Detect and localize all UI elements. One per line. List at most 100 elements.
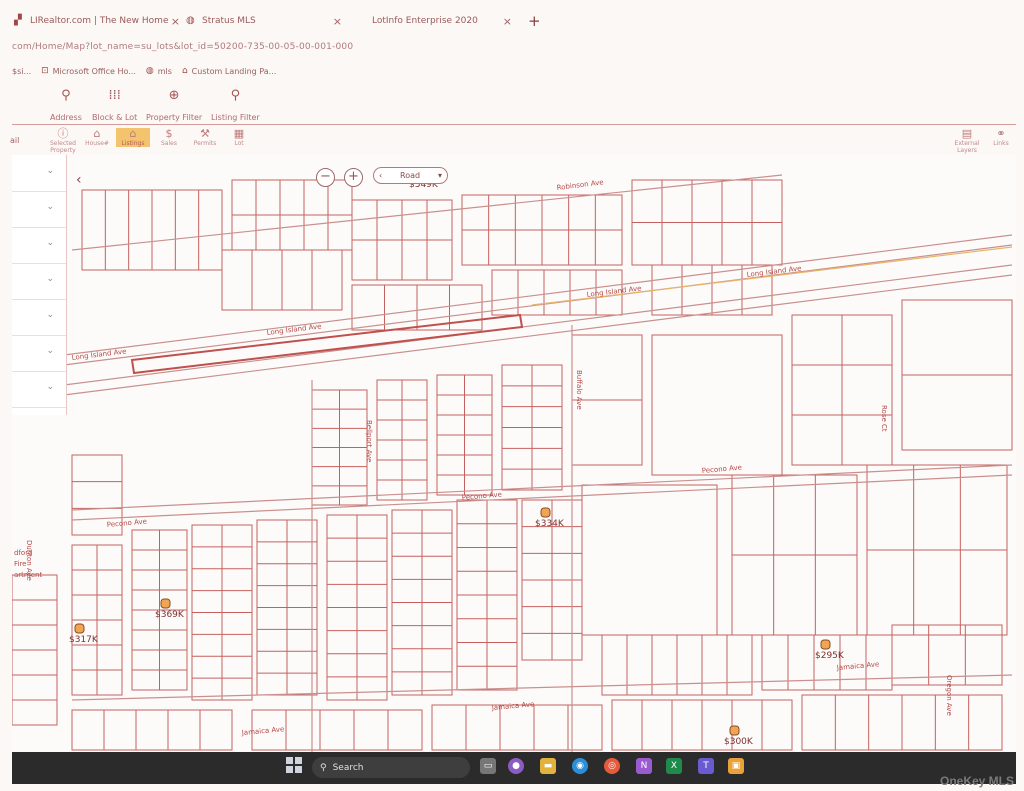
street-label: Robinson Ave (556, 178, 604, 192)
layer-label: House# (85, 140, 109, 147)
address-search-button[interactable]: ⚲ Address (50, 88, 82, 122)
taskbar-search[interactable]: ⚲ Search (312, 757, 470, 778)
onenote-icon[interactable]: N (636, 758, 652, 774)
block-outline (581, 484, 718, 636)
street-label: Long Island Ave (71, 347, 127, 362)
street-label: Jamaica Ave (240, 725, 284, 737)
parcel-map[interactable]: Robinson Ave Long Island Ave Long Island A… (12, 155, 1016, 752)
close-icon[interactable]: × (171, 15, 180, 28)
block-lot-button[interactable]: ⁞⁞⁞ Block & Lot (92, 88, 137, 122)
chevron-down-icon: ⌄ (46, 382, 54, 392)
map-type-select[interactable]: ‹ Road ▾ (373, 167, 448, 184)
bookmark-item[interactable]: ⊡ Microsoft Office Ho... (41, 66, 136, 76)
layer-label: External Layers (954, 140, 980, 154)
street-label: Jamaica Ave (490, 700, 534, 712)
browser-tab-stratus[interactable]: ◍ Stratus MLS × (186, 10, 342, 32)
lirealtor-favicon: ▞ (14, 15, 22, 26)
layer-permits[interactable]: ⚒ Permits (188, 128, 222, 148)
landmark-label: artment (14, 571, 42, 579)
layer-house-number[interactable]: ⌂ House# (80, 128, 114, 148)
road-edge (63, 274, 1013, 396)
panel-row[interactable]: ⌄ (12, 155, 66, 192)
excel-icon[interactable]: X (666, 758, 682, 774)
bookmark-label: Microsoft Office Ho... (52, 66, 136, 76)
globe-icon: ◍ (186, 15, 195, 26)
teams-icon[interactable]: T (698, 758, 714, 774)
property-filter-button[interactable]: ⊕ Property Filter (146, 88, 202, 122)
store-icon[interactable]: ▣ (728, 758, 744, 774)
panel-row[interactable]: ⌄ (12, 335, 66, 372)
watermark: OneKey MLS (939, 774, 1014, 788)
toolbar-label: Property Filter (146, 113, 203, 122)
layer-listings[interactable]: ⌂ Listings (116, 128, 150, 147)
layer-selected-property[interactable]: ⓘ Selected Property (46, 127, 80, 155)
listing-price: $369K (155, 610, 185, 620)
home-icon: ⌂ (129, 127, 137, 140)
tab-label: Stratus MLS (202, 16, 256, 26)
toolbar-divider (12, 124, 1016, 125)
listing-pin-icon (820, 639, 831, 650)
windows-start-icon[interactable] (286, 757, 302, 773)
new-tab-button[interactable]: + (528, 12, 541, 30)
bookmark-label: mls (157, 66, 172, 76)
dollar-icon: $ (165, 127, 173, 140)
layer-links[interactable]: ⚭ Links (984, 127, 1018, 148)
chevron-down-icon: ⌄ (46, 166, 54, 176)
panel-label: ail (10, 136, 20, 145)
road-edge (63, 244, 1013, 366)
zoom-in-button[interactable]: + (344, 168, 363, 187)
road-edge (63, 234, 1013, 356)
panel-row[interactable]: ⌄ (12, 191, 66, 228)
edge-icon[interactable]: ◉ (572, 758, 588, 774)
browser-tab-lotinfo[interactable]: LotInfo Enterprise 2020 × (372, 10, 512, 32)
toolbar-label: Address (50, 113, 82, 122)
info-icon: ⓘ (57, 127, 69, 140)
panel-row[interactable]: ⌄ (12, 299, 66, 336)
layer-sales[interactable]: $ Sales (152, 127, 186, 148)
task-view-icon[interactable]: ▭ (480, 758, 496, 774)
bookmark-item[interactable]: $si... (12, 67, 31, 76)
chat-icon[interactable]: ● (508, 758, 524, 774)
browser-tab-lirealtor[interactable]: ▞ LIRealtor.com | The New Home × (14, 10, 180, 32)
toolbar-label: Block & Lot (92, 113, 138, 122)
street-label: Bellport Ave (365, 420, 373, 462)
browser-tab-bar: ▞ LIRealtor.com | The New Home × ◍ Strat… (0, 0, 1024, 34)
road-edge (71, 464, 1013, 511)
listing-pin-icon (540, 507, 551, 518)
bookmarks-bar: $si... ⊡ Microsoft Office Ho... ◍ mls ⌂ … (12, 64, 276, 78)
listing-filter-button[interactable]: ⚲ Listing Filter (211, 88, 260, 122)
block-outline (71, 709, 233, 751)
collapse-panel-button[interactable]: ‹ (76, 172, 82, 188)
street-label: Oregon Ave (945, 675, 953, 716)
zoom-out-button[interactable]: − (316, 168, 335, 187)
layer-lot[interactable]: ▦ Lot (222, 128, 256, 148)
taskbar-search-label: Search (332, 762, 364, 773)
globe-icon: ◍ (145, 66, 154, 76)
home-icon: ⌂ (181, 66, 188, 76)
street-label: Long Island Ave (586, 284, 642, 299)
layer-external-layers[interactable]: ▤ External Layers (950, 127, 984, 155)
panel-row[interactable]: ⌄ (12, 263, 66, 300)
layer-label: Permits (193, 140, 217, 147)
block-outline (431, 704, 603, 751)
link-icon: ⚭ (996, 127, 1006, 140)
layers-icon: ▤ (961, 127, 973, 140)
panel-row[interactable]: ⌄ (12, 227, 66, 264)
close-icon[interactable]: × (503, 15, 512, 28)
grid-icon: ⁞⁞⁞ (108, 88, 121, 103)
listing-price: $300K (724, 737, 754, 747)
layer-label: Lot (234, 140, 244, 147)
pin-icon: ⚲ (230, 88, 241, 103)
bookmark-label: $si... (12, 66, 32, 76)
app-window: ▞ LIRealtor.com | The New Home × ◍ Strat… (0, 0, 1024, 791)
panel-row[interactable]: ⌄ (12, 371, 66, 408)
folder-icon[interactable]: ▬ (540, 758, 556, 774)
address-bar[interactable]: com/Home/Map?lot_name=su_lots&lot_id=502… (12, 42, 353, 52)
chevron-down-icon: ⌄ (46, 346, 54, 356)
close-icon[interactable]: × (333, 15, 342, 28)
bookmark-item[interactable]: ⌂ Custom Landing Pa... (182, 66, 276, 76)
map-canvas[interactable]: Robinson Ave Long Island Ave Long Island A… (12, 155, 1016, 752)
bookmark-item[interactable]: ◍ mls (146, 66, 172, 76)
road-edge (63, 264, 1013, 386)
chrome-icon[interactable]: ◎ (604, 758, 620, 774)
